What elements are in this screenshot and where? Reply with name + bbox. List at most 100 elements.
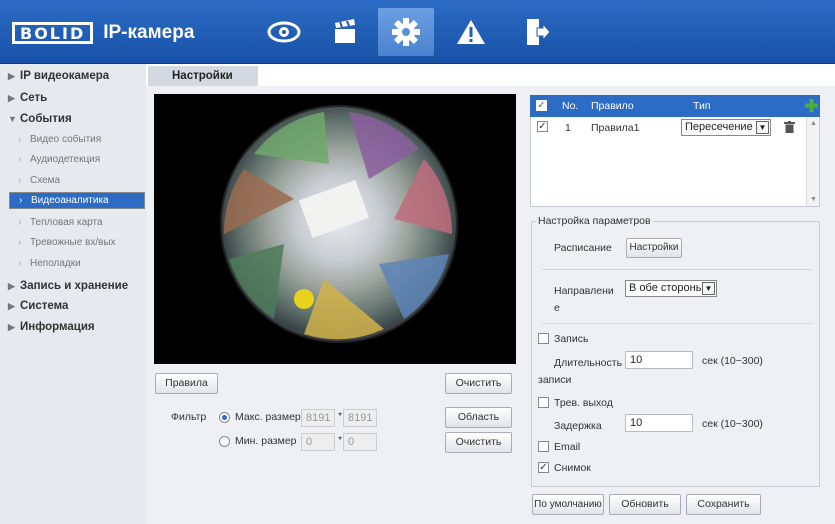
schedule-button[interactable]: Настройки xyxy=(626,238,682,258)
sidebar-item[interactable]: ▼ События xyxy=(0,109,146,129)
chevron-right-icon: › xyxy=(19,195,23,206)
save-button[interactable]: Сохранить xyxy=(686,494,761,515)
caret-right-icon: ▶ xyxy=(8,71,15,81)
rule-no: 1 xyxy=(565,122,571,134)
max-height-input[interactable]: 8191 xyxy=(343,409,377,427)
video-preview[interactable] xyxy=(154,94,516,364)
tab-settings[interactable]: Настройки xyxy=(148,66,258,88)
sidebar-item[interactable]: ▶ IP видеокамера xyxy=(0,66,146,86)
nav-live-view[interactable] xyxy=(256,10,312,54)
divider xyxy=(542,269,812,270)
sidebar-item[interactable]: ▶ Сеть xyxy=(0,88,146,108)
chevron-right-icon: › xyxy=(18,237,22,248)
select-all-checkbox[interactable]: ✓ xyxy=(536,100,547,111)
snapshot-checkbox[interactable]: ✓ xyxy=(538,462,549,473)
nav-alarm[interactable] xyxy=(443,10,499,54)
chevron-right-icon: › xyxy=(18,134,22,145)
sidebar-item[interactable]: › Аудиодетекция xyxy=(0,150,146,170)
sidebar-item-label: Тревожные вх/вых xyxy=(30,237,116,248)
chevron-down-icon: ▼ xyxy=(756,121,769,134)
top-bar: BOLID IP-камера xyxy=(0,0,835,64)
sidebar-item-label: События xyxy=(20,113,72,125)
sidebar-item[interactable]: › Тепловая карта xyxy=(0,213,146,233)
sidebar-item[interactable]: › Тревожные вх/вых xyxy=(0,233,146,253)
direction-label-wrap: е xyxy=(554,302,560,314)
record-checkbox[interactable] xyxy=(538,333,549,344)
table-row[interactable]: ✓ 1 Правила1 Пересечение ▼ xyxy=(531,117,807,137)
rules-button[interactable]: Правила xyxy=(155,373,218,394)
min-size-radio[interactable] xyxy=(219,436,230,447)
chevron-down-icon: ▼ xyxy=(702,282,715,295)
rule-type-select[interactable]: Пересечение ▼ xyxy=(681,119,771,136)
times-sign: * xyxy=(338,410,343,422)
warning-icon xyxy=(457,20,485,44)
scroll-up-icon[interactable]: ▲ xyxy=(810,120,817,127)
app-title: IP-камера xyxy=(103,22,195,43)
sidebar-item-label: Схема xyxy=(30,175,61,186)
delay-label: Задержка xyxy=(554,420,602,432)
gear-icon xyxy=(392,18,420,46)
sidebar-item-label: Запись и хранение xyxy=(20,280,129,292)
clear-area-button[interactable]: Очистить xyxy=(445,432,512,453)
nav-playback[interactable] xyxy=(317,10,373,54)
sidebar-item[interactable]: › Видеоаналитика xyxy=(9,192,145,209)
times-sign-2: * xyxy=(338,434,343,446)
max-size-label: Макс. размер xyxy=(235,411,301,423)
rule-row-checkbox[interactable]: ✓ xyxy=(537,121,548,132)
chevron-right-icon: › xyxy=(18,154,22,165)
min-height-input[interactable]: 0 xyxy=(343,433,377,451)
chevron-right-icon: › xyxy=(18,175,22,186)
sidebar-item-label: Сеть xyxy=(20,92,48,104)
params-legend: Настройка параметров xyxy=(536,215,653,227)
record-label: Запись xyxy=(554,333,589,345)
col-type: Тип xyxy=(693,100,711,112)
refresh-button[interactable]: Обновить xyxy=(609,494,681,515)
max-size-radio[interactable] xyxy=(219,412,230,423)
scroll-down-icon[interactable]: ▼ xyxy=(810,196,817,203)
sidebar-item-label: Видеоаналитика xyxy=(31,195,109,206)
nav-logout[interactable] xyxy=(510,10,566,54)
caret-right-icon: ▶ xyxy=(8,301,15,311)
sidebar-item-label: Неполадки xyxy=(30,258,81,269)
rules-table-header: ✓ No. Правило Тип xyxy=(530,95,820,117)
duration-unit: сек (10~300) xyxy=(702,355,763,367)
duration-input[interactable]: 10 xyxy=(625,351,693,369)
clear-button[interactable]: Очистить xyxy=(445,373,512,394)
min-width-input[interactable]: 0 xyxy=(301,433,335,451)
sidebar-item[interactable]: ▶ Система xyxy=(0,296,146,316)
divider xyxy=(542,323,812,324)
logo: BOLID IP-камера xyxy=(12,22,194,44)
sidebar-item[interactable]: ▶ Информация xyxy=(0,317,146,337)
chevron-right-icon: › xyxy=(18,217,22,228)
max-width-input[interactable]: 8191 xyxy=(301,409,335,427)
filter-label: Фильтр xyxy=(171,411,207,423)
sidebar-item[interactable]: › Неполадки xyxy=(0,254,146,274)
trash-icon[interactable] xyxy=(784,121,795,133)
rule-name: Правила1 xyxy=(591,122,640,134)
eye-icon xyxy=(267,21,301,43)
direction-label: Направлени xyxy=(554,285,614,297)
direction-select[interactable]: В обе стороны ▼ xyxy=(625,280,717,297)
chevron-right-icon: › xyxy=(18,258,22,269)
sidebar-item[interactable]: ▶ Запись и хранение xyxy=(0,276,146,296)
alarm-out-checkbox[interactable] xyxy=(538,397,549,408)
rules-table-body: ✓ 1 Правила1 Пересечение ▼ xyxy=(530,117,820,207)
add-rule-icon[interactable] xyxy=(805,99,818,112)
nav-settings[interactable] xyxy=(378,8,434,56)
default-button[interactable]: По умолчанию xyxy=(532,494,604,515)
delay-input[interactable]: 10 xyxy=(625,414,693,432)
sidebar-item-label: IP видеокамера xyxy=(20,70,110,82)
caret-right-icon: ▶ xyxy=(8,281,15,291)
sidebar-item-label: Тепловая карта xyxy=(30,217,103,228)
caret-down-icon: ▼ xyxy=(8,114,17,124)
sidebar-item[interactable]: › Схема xyxy=(0,171,146,191)
email-checkbox[interactable] xyxy=(538,441,549,452)
area-button[interactable]: Область xyxy=(445,407,512,428)
alarm-out-label: Трев. выход xyxy=(554,397,613,409)
sidebar-item-label: Аудиодетекция xyxy=(30,154,101,165)
delay-unit: сек (10~300) xyxy=(702,418,763,430)
duration-label: Длительность xyxy=(554,357,623,369)
sidebar-item[interactable]: › Видео события xyxy=(0,130,146,150)
rules-scrollbar[interactable]: ▲ ▼ xyxy=(806,117,819,206)
direction-value: В обе стороны xyxy=(629,282,704,294)
